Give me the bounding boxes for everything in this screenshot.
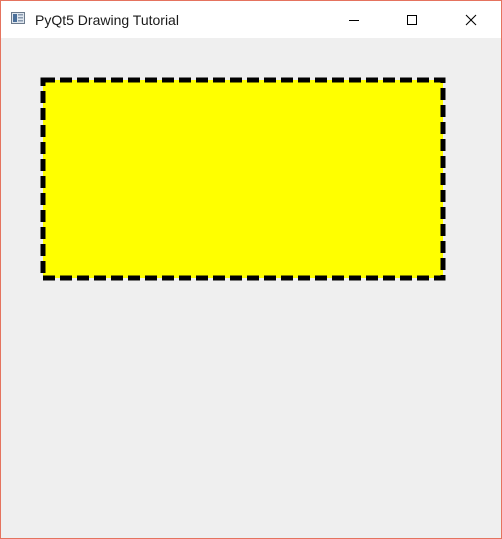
- maximize-button[interactable]: [389, 1, 435, 38]
- title-bar[interactable]: PyQt5 Drawing Tutorial: [1, 1, 501, 38]
- maximize-icon: [407, 14, 417, 25]
- window-title: PyQt5 Drawing Tutorial: [35, 12, 179, 28]
- minimize-button[interactable]: [331, 1, 377, 38]
- minimize-icon: [349, 19, 359, 21]
- close-icon: [465, 14, 477, 25]
- dashed-yellow-rectangle: [40, 77, 446, 281]
- app-window-icon: [11, 12, 25, 24]
- drawing-canvas: [1, 38, 501, 538]
- close-button[interactable]: [448, 1, 494, 38]
- app-window: PyQt5 Drawing Tutorial: [0, 0, 502, 539]
- canvas-svg: [40, 77, 446, 281]
